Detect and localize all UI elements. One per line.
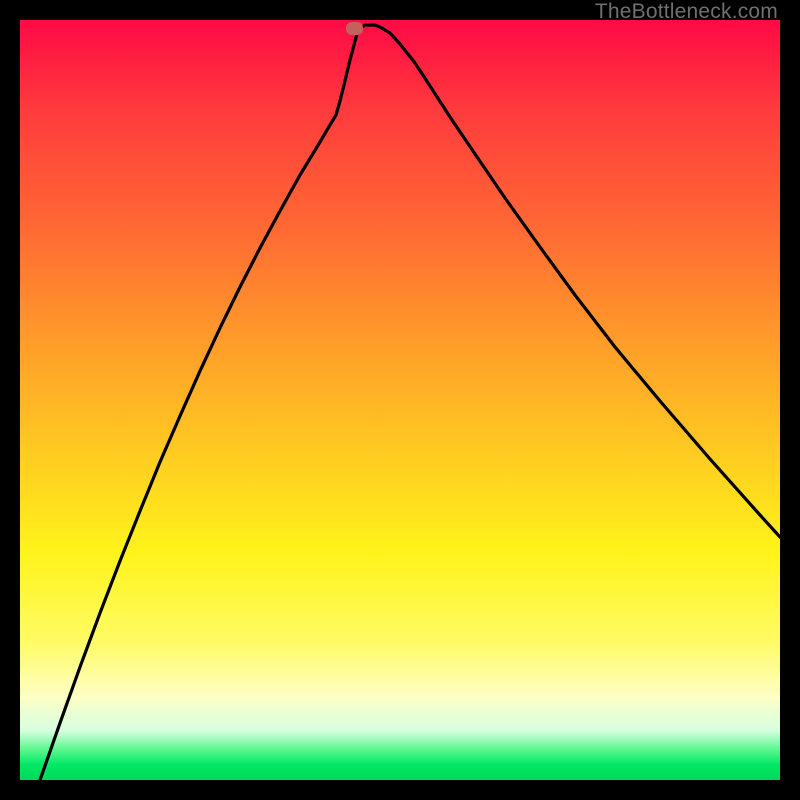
chart-frame: TheBottleneck.com — [0, 0, 800, 800]
bottleneck-curve — [40, 25, 780, 780]
optimum-marker — [346, 22, 363, 35]
curve-layer — [20, 20, 780, 780]
plot-area — [20, 20, 780, 780]
watermark-text: TheBottleneck.com — [595, 0, 778, 24]
